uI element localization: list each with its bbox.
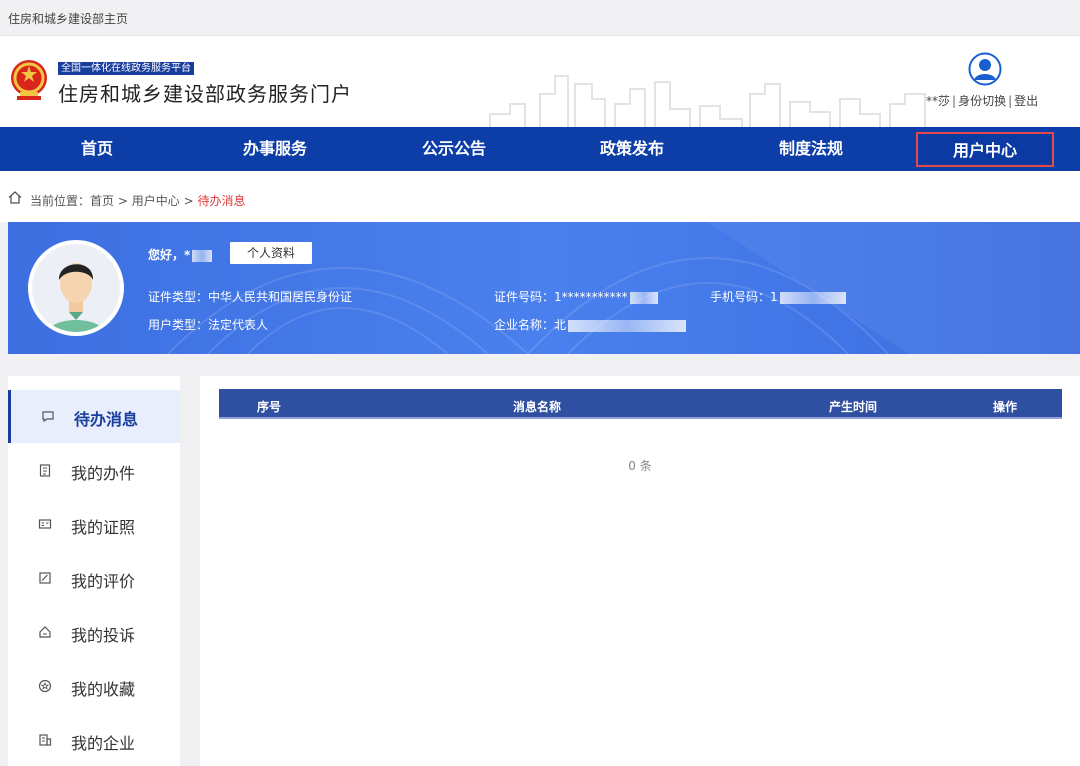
breadcrumb-user-center[interactable]: 用户中心: [132, 194, 180, 208]
user-links: **莎 | 身份切换 | 登出: [926, 94, 1039, 108]
user-name: **莎: [926, 94, 951, 108]
messages-panel: 序号 消息名称 产生时间 操作 0 条: [200, 376, 1080, 766]
column-header-message-name: 消息名称: [513, 400, 562, 414]
building-icon: [39, 734, 52, 746]
profile-info-button[interactable]: 个人资料: [230, 242, 312, 264]
nav-regulations[interactable]: 制度法规: [736, 127, 886, 171]
empty-count: 0 条: [628, 459, 652, 473]
breadcrumb-current: 待办消息: [197, 194, 246, 208]
site-header: 全国一体化在线政务服务平台 住房和城乡建设部政务服务门户 **莎 | 身份切换 | 登出: [0, 36, 1080, 127]
sidebar-item-my-reviews[interactable]: 我的评价: [8, 552, 180, 605]
sidebar-item-my-applications[interactable]: 我的办件: [8, 444, 180, 497]
clipboard-icon: [39, 464, 51, 477]
breadcrumb-text: 当前位置：首页 > 用户中心 > 待办消息: [30, 194, 246, 208]
profile-avatar: [28, 240, 124, 336]
platform-tagline: 全国一体化在线政务服务平台: [58, 62, 194, 75]
column-header-created-time: 产生时间: [829, 400, 878, 414]
logout-link[interactable]: 登出: [1014, 94, 1038, 108]
home-icon: [8, 191, 22, 204]
switch-identity-link[interactable]: 身份切换: [958, 94, 1006, 108]
messages-table-header: 序号 消息名称 产生时间 操作: [219, 389, 1062, 419]
profile-banner: 您好，* 个人资料 证件类型：中华人民共和国居民身份证 用户类型：法定代表人 证…: [8, 222, 1080, 354]
star-icon: [38, 679, 52, 693]
sidebar-item-todo-messages[interactable]: 待办消息: [8, 390, 180, 443]
user-avatar-icon[interactable]: [968, 52, 1002, 86]
nav-announcements[interactable]: 公示公告: [379, 127, 529, 171]
company-name: 企业名称：北: [494, 316, 687, 333]
greeting: 您好，*: [148, 246, 213, 263]
nav-policy[interactable]: 政策发布: [557, 127, 707, 171]
message-icon: [42, 411, 54, 423]
breadcrumb: 当前位置：首页 > 用户中心 > 待办消息: [0, 171, 1080, 222]
nav-user-center[interactable]: 用户中心: [916, 132, 1054, 167]
column-header-index: 序号: [257, 400, 282, 414]
nav-home[interactable]: 首页: [22, 127, 172, 171]
cert-number: 证件号码：1***********: [494, 288, 658, 305]
national-emblem-icon: [11, 60, 47, 100]
user-type: 用户类型：法定代表人: [148, 318, 269, 332]
main-nav: 首页 办事服务 公示公告 政策发布 制度法规 用户中心: [0, 127, 1080, 171]
city-skyline-decoration: [489, 75, 926, 127]
breadcrumb-home[interactable]: 首页: [90, 194, 114, 208]
top-bar: 住房和城乡建设部主页: [0, 0, 1080, 36]
nav-services[interactable]: 办事服务: [200, 127, 350, 171]
column-header-actions: 操作: [993, 400, 1018, 414]
sidebar-item-my-favorites[interactable]: 我的收藏: [8, 660, 180, 713]
phone-number: 手机号码：1: [710, 288, 846, 305]
edit-note-icon: [39, 572, 51, 584]
sidebar-item-my-enterprise[interactable]: 我的企业: [8, 714, 180, 766]
complaint-icon: [39, 626, 51, 638]
cert-type: 证件类型：中华人民共和国居民身份证: [148, 290, 353, 304]
site-title[interactable]: 住房和城乡建设部政务服务门户: [58, 78, 352, 107]
sidebar-item-my-licenses[interactable]: 我的证照: [8, 498, 180, 551]
sidebar-item-my-complaints[interactable]: 我的投诉: [8, 606, 180, 659]
ministry-home-link[interactable]: 住房和城乡建设部主页: [8, 10, 128, 27]
id-card-icon: [38, 519, 52, 529]
user-center-sidebar: 待办消息 我的办件 我的证照 我的评价 我的投诉 我的收藏 我的企业: [8, 376, 180, 766]
